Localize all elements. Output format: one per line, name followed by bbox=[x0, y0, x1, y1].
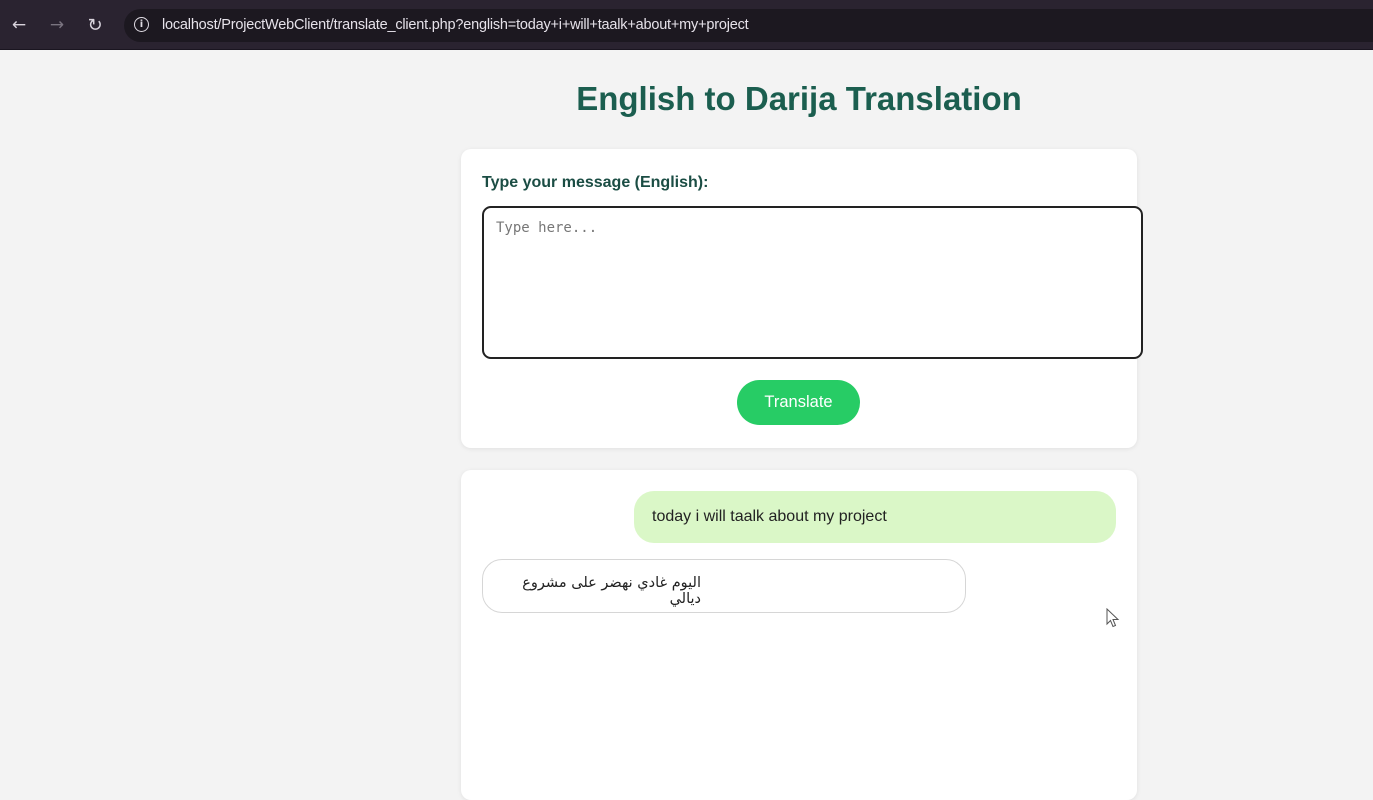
arrow-right-icon: → bbox=[49, 15, 65, 35]
translate-button[interactable]: Translate bbox=[737, 380, 860, 425]
user-message-bubble: today i will taalk about my project bbox=[634, 491, 1116, 543]
message-label: Type your message (English): bbox=[482, 174, 709, 191]
reload-button[interactable]: ↻ bbox=[82, 11, 108, 39]
input-card: Type your message (English): Translate bbox=[461, 149, 1143, 448]
chat-card: today i will taalk about my project اليو… bbox=[461, 470, 1137, 800]
browser-toolbar: ← → ↻ i localhost/ProjectWebClient/trans… bbox=[0, 0, 1373, 50]
user-message-text: today i will taalk about my project bbox=[652, 508, 887, 525]
page-content: English to Darija Translation Type your … bbox=[0, 51, 1373, 800]
back-button[interactable]: ← bbox=[6, 11, 32, 39]
arrow-left-icon: ← bbox=[11, 15, 27, 35]
address-bar[interactable]: i localhost/ProjectWebClient/translate_c… bbox=[124, 9, 1373, 42]
message-input[interactable] bbox=[482, 206, 1143, 359]
reload-icon: ↻ bbox=[87, 14, 103, 36]
translation-message-text: اليوم غادي نهضر على مشروع ديالي bbox=[522, 575, 701, 607]
translation-message-bubble: اليوم غادي نهضر على مشروع ديالي bbox=[482, 559, 966, 613]
info-icon[interactable]: i bbox=[134, 17, 149, 32]
mouse-cursor-icon bbox=[1106, 608, 1120, 628]
page-title: English to Darija Translation bbox=[576, 80, 1022, 117]
forward-button[interactable]: → bbox=[44, 11, 70, 39]
url-text[interactable]: localhost/ProjectWebClient/translate_cli… bbox=[162, 17, 749, 33]
